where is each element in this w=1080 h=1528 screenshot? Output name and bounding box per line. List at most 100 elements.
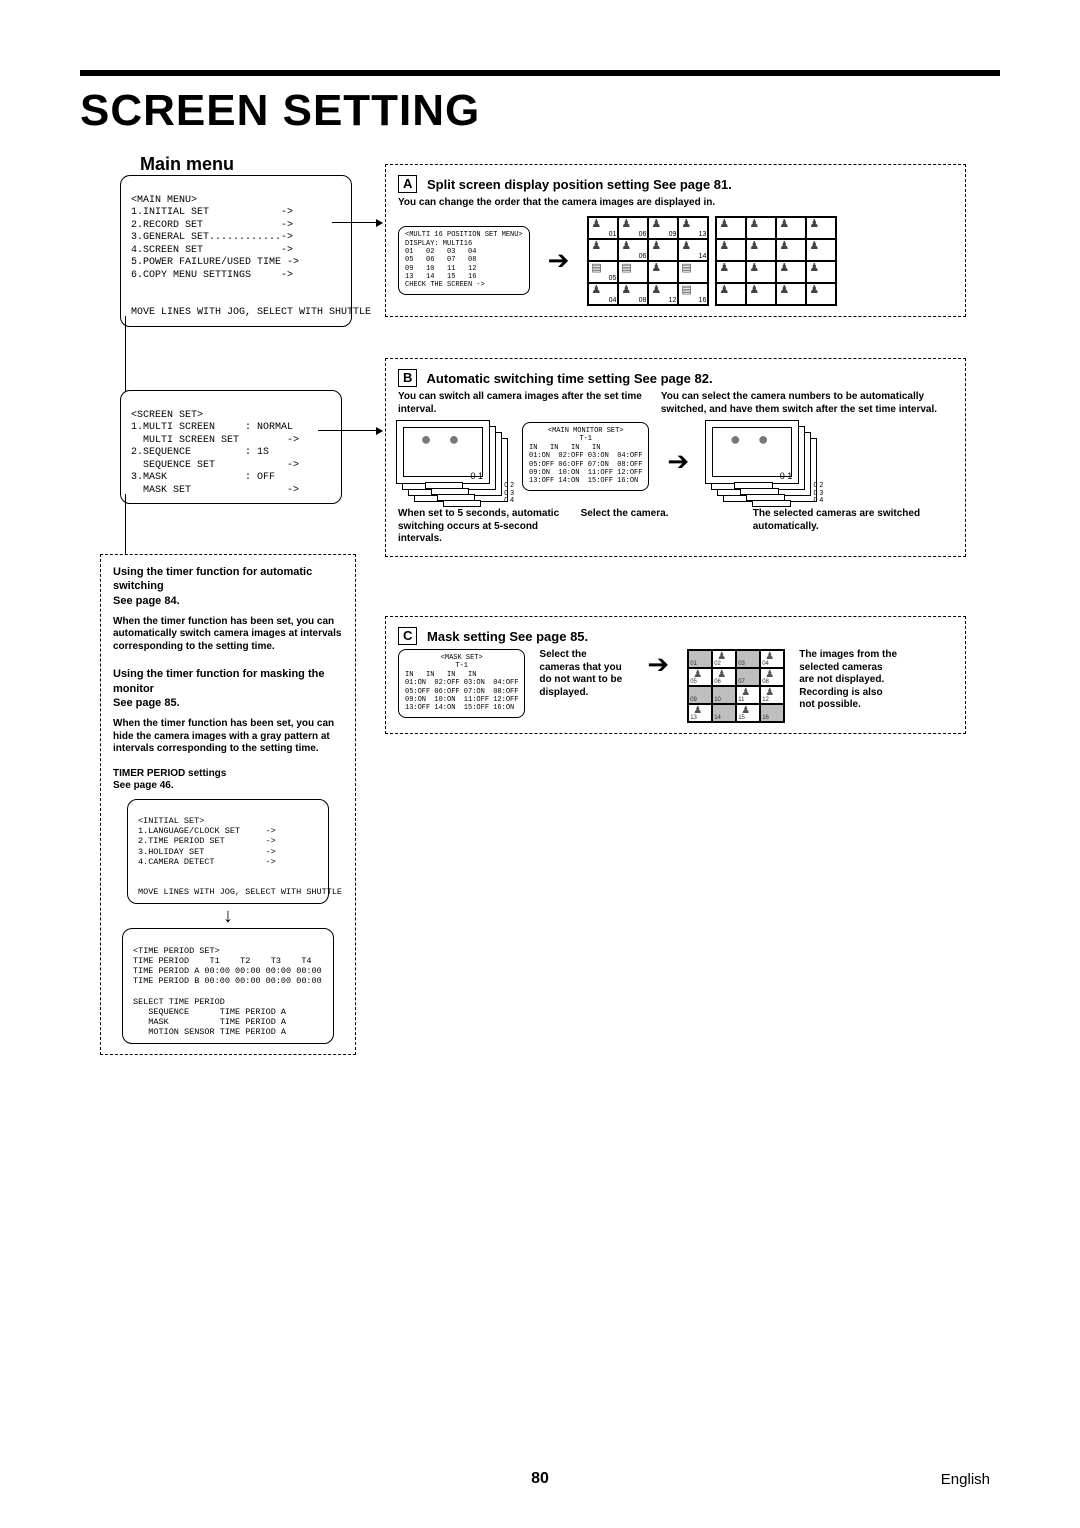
section-b-heading: B Automatic switching time setting See p… bbox=[398, 369, 953, 387]
osd-item: MULTI SCREEN SET -> bbox=[131, 435, 299, 446]
osd-row: MOTION SENSOR TIME PERIOD A bbox=[133, 1027, 286, 1037]
grid-cell: 07 bbox=[736, 668, 760, 686]
osd-item: 3.MASK : OFF bbox=[131, 472, 275, 483]
grid-cell: 01 bbox=[688, 650, 712, 668]
person-icon: ♟ bbox=[717, 651, 726, 662]
osd-item: 2.SEQUENCE : 1S bbox=[131, 447, 269, 458]
section-b-label: B bbox=[398, 369, 417, 387]
person-icon: ♟ bbox=[779, 241, 789, 252]
person-icon: ♟ bbox=[693, 705, 702, 716]
grid-cell: 11♟ bbox=[736, 686, 760, 704]
arrow-right-icon: ➔ bbox=[663, 446, 693, 477]
person-icon: ♟ bbox=[621, 219, 631, 230]
section-b: B Automatic switching time setting See p… bbox=[385, 358, 966, 557]
person-icon: ♟ bbox=[779, 263, 789, 274]
page-number: 80 bbox=[0, 1470, 1080, 1488]
grid-cell: 14 bbox=[712, 704, 736, 722]
car-icon: ▤ bbox=[681, 263, 691, 274]
person-icon: ● ● bbox=[706, 429, 798, 450]
osd-header: <MAIN MENU> bbox=[131, 195, 197, 206]
manual-page: SCREEN SETTING Main menu <MAIN MENU> 1.I… bbox=[0, 0, 1080, 1528]
grid-cell: 06♟ bbox=[712, 668, 736, 686]
person-icon: ● ● bbox=[397, 429, 489, 450]
person-icon: ♟ bbox=[749, 263, 759, 274]
language-label: English bbox=[941, 1471, 990, 1488]
person-icon: ♟ bbox=[651, 241, 661, 252]
mask-cap2: The images from the selected cameras are… bbox=[799, 649, 899, 712]
osd-item: 1.INITIAL SET -> bbox=[131, 207, 293, 218]
car-icon: ▤ bbox=[681, 285, 691, 296]
grid-cell: 09 bbox=[688, 686, 712, 704]
mask-cap1: Select the cameras that you do not want … bbox=[539, 649, 629, 699]
person-icon: ♟ bbox=[591, 241, 601, 252]
section-a-sub: You can change the order that the camera… bbox=[398, 197, 953, 210]
person-icon: ♟ bbox=[809, 285, 819, 296]
person-icon: ♟ bbox=[809, 263, 819, 274]
person-icon: ♟ bbox=[651, 285, 661, 296]
osd-item: 2.RECORD SET -> bbox=[131, 220, 293, 231]
grid-cell: 12♟ bbox=[760, 686, 784, 704]
arrow-right-icon: ➔ bbox=[643, 649, 673, 680]
person-icon: ♟ bbox=[765, 687, 774, 698]
osd-row: TIME PERIOD A 00:00 00:00 00:00 00:00 bbox=[133, 966, 322, 976]
cap2: Select the camera. bbox=[581, 508, 739, 546]
timer-h3: TIMER PERIOD settings See page 46. bbox=[113, 768, 343, 793]
tv-stack-left: ● ● 0 1 0 2 0 3 0 4 bbox=[398, 422, 508, 500]
osd-row: TIME PERIOD B 00:00 00:00 00:00 00:00 bbox=[133, 976, 322, 986]
person-icon: ♟ bbox=[765, 669, 774, 680]
osd-item: MASK SET -> bbox=[131, 485, 299, 496]
osd-header: <TIME PERIOD SET> bbox=[133, 946, 220, 956]
person-icon: ♟ bbox=[681, 219, 691, 230]
osd-item: 1.LANGUAGE/CLOCK SET -> bbox=[138, 826, 276, 836]
screen-set-osd: <SCREEN SET> 1.MULTI SCREEN : NORMAL MUL… bbox=[120, 390, 342, 504]
grid-cell: 16 bbox=[760, 704, 784, 722]
person-icon: ♟ bbox=[779, 285, 789, 296]
person-icon: ♟ bbox=[591, 219, 601, 230]
person-icon: ♟ bbox=[719, 263, 729, 274]
arrow-right-icon: ➔ bbox=[544, 245, 574, 276]
person-icon: ♟ bbox=[693, 669, 702, 680]
person-icon: ♟ bbox=[749, 285, 759, 296]
connector-line bbox=[125, 494, 127, 554]
person-icon: ♟ bbox=[741, 687, 750, 698]
connector-arrow bbox=[332, 222, 382, 224]
result-grid-top: ♟01 ♟06 ♟09 ♟13 ♟ ♟06 ♟ ♟14 ▤05 ▤ ♟ ▤ ♟0… bbox=[587, 216, 709, 306]
stack-labels: 0 2 0 3 0 4 bbox=[813, 482, 823, 505]
section-a-label: A bbox=[398, 175, 417, 193]
tv-stack-right: ● ● 0 1 0 2 0 3 0 4 bbox=[707, 422, 817, 500]
osd-item: 6.COPY MENU SETTINGS -> bbox=[131, 270, 293, 281]
mask-result-grid: 0102♟0304♟05♟06♟0708♟091011♟12♟13♟1415♟1… bbox=[687, 649, 785, 723]
person-icon: ♟ bbox=[717, 669, 726, 680]
car-icon: ▤ bbox=[621, 263, 631, 274]
osd-subheader: SELECT TIME PERIOD bbox=[133, 997, 225, 1007]
cap1: When set to 5 seconds, automatic switchi… bbox=[398, 508, 567, 546]
stairs-icon: ▤ bbox=[591, 263, 601, 274]
grid-cell: 08♟ bbox=[760, 668, 784, 686]
section-a-heading: A Split screen display position setting … bbox=[398, 175, 953, 193]
time-period-osd: <TIME PERIOD SET> TIME PERIOD T1 T2 T3 T… bbox=[122, 928, 334, 1044]
osd-item: 1.MULTI SCREEN : NORMAL bbox=[131, 422, 293, 433]
initial-set-osd: <INITIAL SET> 1.LANGUAGE/CLOCK SET -> 2.… bbox=[127, 799, 329, 905]
grid-cell: 02♟ bbox=[712, 650, 736, 668]
cap3: The selected cameras are switched automa… bbox=[753, 508, 953, 546]
person-icon: ♟ bbox=[779, 219, 789, 230]
person-icon: ♟ bbox=[651, 219, 661, 230]
connector-arrow bbox=[318, 430, 382, 432]
osd-row: MASK TIME PERIOD A bbox=[133, 1017, 286, 1027]
main-menu-osd: <MAIN MENU> 1.INITIAL SET -> 2.RECORD SE… bbox=[120, 175, 352, 327]
grid-cell: 04♟ bbox=[760, 650, 784, 668]
section-a: A Split screen display position setting … bbox=[385, 164, 966, 317]
mask-set-osd: <MASK SET> T-1 IN IN IN IN 01:ON 02:OFF … bbox=[398, 649, 525, 718]
main-monitor-osd: <MAIN MONITOR SET> T-1 IN IN IN IN 01:ON… bbox=[522, 422, 649, 491]
arrow-down-icon: ↓ bbox=[113, 906, 343, 926]
person-icon: ♟ bbox=[765, 651, 774, 662]
person-icon: ♟ bbox=[749, 219, 759, 230]
result-grid-bottom: ♟ ♟ ♟ ♟ ♟ ♟ ♟ ♟ ♟ ♟ ♟ ♟ ♟ ♟ ♟ ♟ bbox=[715, 216, 837, 306]
osd-item: SEQUENCE SET -> bbox=[131, 460, 299, 471]
person-icon: ♟ bbox=[749, 241, 759, 252]
osd-item: 2.TIME PERIOD SET -> bbox=[138, 836, 276, 846]
stack-labels: 0 2 0 3 0 4 bbox=[504, 482, 514, 505]
person-icon: ♟ bbox=[719, 219, 729, 230]
timer-p2: When the timer function has been set, yo… bbox=[113, 718, 343, 756]
section-c-heading: C Mask setting See page 85. bbox=[398, 627, 953, 645]
